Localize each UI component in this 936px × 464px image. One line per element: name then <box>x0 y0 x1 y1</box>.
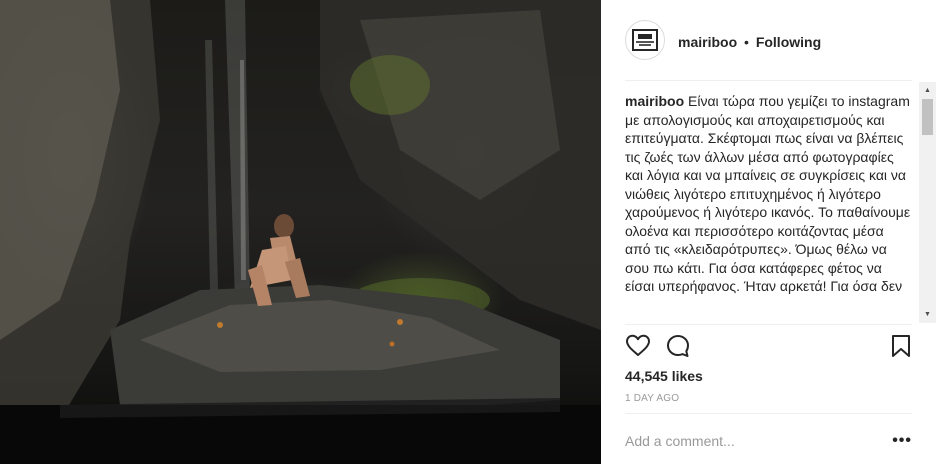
scroll-down-arrow[interactable]: ▼ <box>919 306 936 323</box>
scroll-up-arrow[interactable]: ▲ <box>919 82 936 99</box>
post-photo[interactable] <box>0 0 601 464</box>
caption-username[interactable]: mairiboo <box>625 93 684 109</box>
comment-input[interactable] <box>625 430 875 452</box>
comment-divider <box>625 413 912 414</box>
caption-text: Είναι τώρα που γεμίζει το instagram με α… <box>625 93 911 294</box>
scroll-thumb[interactable] <box>922 99 933 135</box>
caption-scrollbar[interactable]: ▲ ▼ <box>919 82 936 323</box>
header-separator: • <box>744 34 749 50</box>
header-text: mairiboo • Following <box>678 33 821 51</box>
header-divider <box>625 80 912 81</box>
photo-scene <box>0 0 601 464</box>
post-header: mairiboo • Following <box>601 0 936 80</box>
avatar-logo <box>632 29 658 51</box>
comment-icon[interactable] <box>665 333 691 359</box>
action-bar <box>625 333 912 361</box>
heart-icon[interactable] <box>625 333 651 359</box>
caption-divider <box>625 324 912 325</box>
header-username[interactable]: mairiboo <box>678 34 737 50</box>
following-button[interactable]: Following <box>756 34 821 50</box>
post-side-panel: mairiboo • Following mairiboo Είναι τώρα… <box>601 0 936 464</box>
more-options-button[interactable]: ••• <box>892 432 912 450</box>
bookmark-icon[interactable] <box>888 333 914 359</box>
avatar[interactable] <box>625 20 665 60</box>
post-date[interactable]: 1 DAY AGO <box>625 393 679 404</box>
likes-count[interactable]: 44,545 likes <box>625 368 703 384</box>
comment-box: ••• <box>625 430 912 452</box>
caption: mairiboo Είναι τώρα που γεμίζει το insta… <box>625 92 912 324</box>
